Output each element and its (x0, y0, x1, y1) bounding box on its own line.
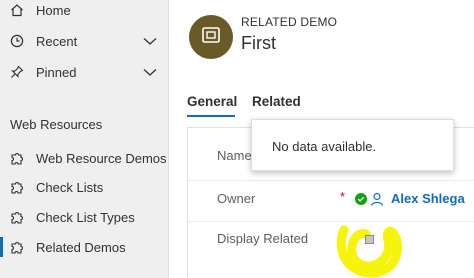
divider (187, 221, 474, 222)
entity-icon (201, 25, 221, 50)
tab-general[interactable]: General (187, 94, 237, 109)
person-icon (370, 192, 384, 206)
sidebar: Home Recent Pinned Web Resources Web Res… (0, 0, 169, 278)
sidebar-item-label: Check List Types (36, 209, 135, 225)
puzzle-icon (9, 150, 25, 166)
field-label-name: Name (217, 148, 252, 163)
clock-icon (9, 33, 25, 49)
active-tab-underline (187, 115, 235, 117)
sidebar-item-home[interactable]: Home (0, 0, 169, 24)
presence-icon (355, 193, 367, 205)
display-related-checkbox[interactable] (365, 235, 374, 244)
field-label-owner: Owner (217, 191, 256, 206)
sidebar-item-label: Home (36, 2, 71, 18)
chevron-down-icon[interactable] (142, 33, 158, 49)
puzzle-icon (9, 209, 25, 225)
owner-lookup-link[interactable]: Alex Shlega (391, 191, 465, 206)
sidebar-item-recent[interactable]: Recent (0, 27, 169, 55)
chevron-down-icon[interactable] (142, 64, 158, 80)
section-title-web-resources: Web Resources (10, 117, 103, 132)
divider (187, 180, 474, 181)
home-icon (9, 2, 25, 18)
puzzle-icon (9, 239, 25, 255)
sidebar-item-check-lists[interactable]: Check Lists (0, 173, 169, 201)
sidebar-item-label: Recent (36, 33, 78, 49)
sidebar-item-related-demos[interactable]: Related Demos (0, 233, 169, 261)
sidebar-item-web-resource-demos[interactable]: Web Resource Demos (0, 144, 169, 172)
entity-type-label: RELATED DEMO (241, 15, 338, 29)
no-data-message: No data available. (272, 139, 377, 154)
required-indicator: * (340, 189, 346, 204)
tab-related[interactable]: Related (252, 94, 301, 109)
sidebar-item-label: Check Lists (36, 179, 104, 195)
highlight-annotation (336, 225, 402, 278)
pin-icon (9, 64, 25, 80)
puzzle-icon (9, 179, 25, 195)
sidebar-item-check-list-types[interactable]: Check List Types (0, 203, 169, 231)
sidebar-item-label: Web Resource Demos (36, 150, 167, 166)
sidebar-item-label: Pinned (36, 64, 77, 80)
record-title: First (241, 33, 276, 53)
sidebar-item-pinned[interactable]: Pinned (0, 58, 169, 86)
sidebar-item-label: Related Demos (36, 239, 126, 255)
related-flyout: No data available. (251, 119, 454, 171)
field-label-display-related: Display Related (217, 231, 309, 246)
record-avatar (189, 15, 233, 59)
